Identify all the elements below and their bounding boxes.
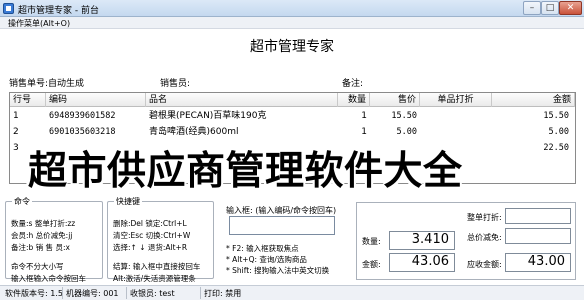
col-qty[interactable]: 数量 [338,93,370,107]
col-name[interactable]: 品名 [146,93,338,107]
shortcuts-panel: 快捷键 删除:Del 锁定:Ctrl+L 清空:Esc 切换:Ctrl+W 选择… [107,196,214,283]
status-divider [200,287,201,299]
amount-value: 43.06 [411,254,449,269]
commands-panel: 命令 数量:s 整单打折:zz 会员:h 总价减免:jj 备注:b 销 售 员:… [5,196,103,283]
whole-discount-field[interactable] [505,208,571,224]
maximize-button[interactable]: □ [541,1,559,15]
quantity-label: 数量: [362,237,381,246]
machine-status: 机器编号: 001 [66,289,119,298]
cell-name: 青岛啤酒(经典)600ml [149,127,239,137]
cell-row-no: 2 [13,127,19,137]
barcode-command-input[interactable] [229,216,335,235]
receivable-value: 43.00 [527,254,565,269]
command-line: 会员:h 总价减免:jj [11,231,73,240]
cell-amount: 5.00 [548,127,569,137]
watermark-banner: 超市供应商管理软件大全 [28,149,463,194]
cashier-status: 收银员: test [130,289,175,298]
window-title: 超市管理专家 - 前台 [18,6,99,16]
cell-price: 15.50 [391,111,417,121]
cell-item-discount [420,125,492,140]
shortcut-line: 删除:Del 锁定:Ctrl+L [113,219,187,228]
cell-amount: 15.50 [543,111,569,121]
sale-number-label: 销售单号:自动生成 [9,79,85,89]
shortcut-line: 清空:Esc 切换:Ctrl+W [113,231,191,240]
app-heading: 超市管理专家 [250,39,334,55]
clerk-label[interactable]: 销售员: [160,76,190,89]
app-icon [3,3,14,14]
col-amount[interactable]: 金额 [492,93,575,107]
menu-operation[interactable]: 操作菜单(Alt+O) [8,18,70,29]
command-line: 备注:b 销 售 员:x [11,243,70,252]
cell-qty: 1 [361,111,367,121]
commands-legend: 命令 [14,197,30,206]
cell-code: 6948939601582 [49,111,116,121]
status-divider [126,287,127,299]
minimize-button[interactable]: – [523,1,541,15]
input-label: 输入框: (输入编码/命令按回车) [226,206,337,215]
cell-name: 碧根果(PECAN)百草味190克 [149,111,267,121]
cell-price: 5.00 [396,127,417,137]
close-button[interactable]: ✕ [559,1,582,15]
remark-label[interactable]: 备注: [342,76,363,89]
command-note: 命令不分大小写 [11,262,64,271]
total-reduction-label: 总价减免: [467,233,502,242]
print-status: 打印: 禁用 [204,289,242,298]
col-item-discount[interactable]: 单品打折 [420,93,492,107]
version-status: 软件版本号: 1.5 [5,289,63,298]
status-bar: 软件版本号: 1.5 机器编号: 001 收银员: test 打印: 禁用 [0,285,584,300]
command-note: 输入框输入命令按回车 [11,274,86,283]
receivable-label: 应收金额: [467,260,502,269]
col-row-no[interactable]: 行号 [10,93,46,107]
total-reduction-field[interactable] [505,228,571,244]
shortcut-line: 选择:↑ ↓ 退货:Alt+R [113,243,188,252]
col-code[interactable]: 编码 [46,93,146,107]
shortcuts-legend: 快捷键 [116,197,140,206]
title-bar: 超市管理专家 - 前台 – □ ✕ [0,0,584,17]
quantity-value: 3.410 [411,232,449,247]
cell-row-no: 1 [13,111,19,121]
whole-discount-label: 整单打折: [467,213,502,222]
table-header: 行号 编码 品名 数量 售价 单品打折 金额 [10,93,575,107]
command-line: 数量:s 整单打折:zz [11,219,76,228]
input-hint: * Shift: 搜狗输入法中英文切换 [226,266,330,275]
input-hint: * F2: 输入框获取焦点 [226,244,299,253]
menu-bar: 操作菜单(Alt+O) [0,17,584,29]
cell-code: 6901035603218 [49,127,116,137]
shortcut-note: Alt:激活/失活资源管理条 [113,274,196,283]
cell-item-discount [420,109,492,124]
cell-qty: 1 [361,127,367,137]
input-hint: * Alt+Q: 查询/选购商品 [226,255,307,264]
shortcut-note: 结算: 输入框中直接按回车 [113,262,201,271]
status-divider [62,287,63,299]
col-price[interactable]: 售价 [370,93,420,107]
amount-label: 金额: [362,260,381,269]
